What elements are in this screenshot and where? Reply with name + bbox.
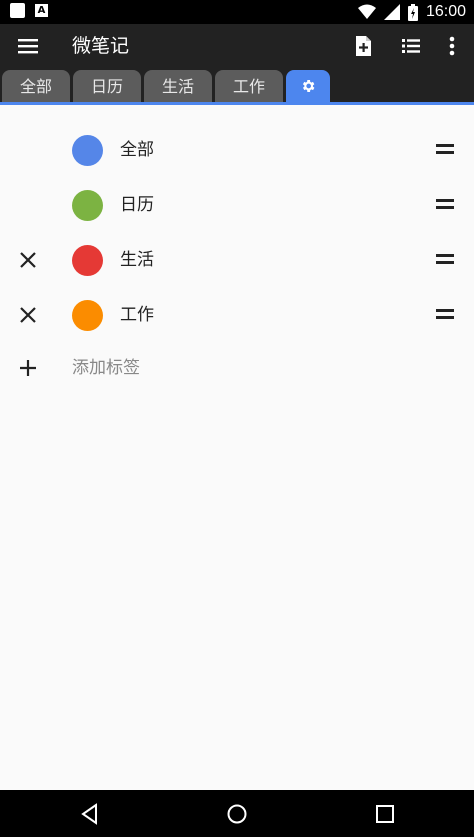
- plus-icon[interactable]: [18, 358, 38, 378]
- label-row-work: 工作: [0, 289, 474, 343]
- system-nav-bar: [0, 790, 474, 837]
- drag-handle-icon[interactable]: [436, 144, 454, 156]
- notification-icon: [10, 3, 25, 18]
- label-color-dot[interactable]: [72, 190, 103, 221]
- more-options-icon[interactable]: [439, 33, 465, 59]
- notification-a-icon: A: [35, 4, 48, 17]
- tab-bar: 全部 日历 生活 工作: [0, 68, 474, 105]
- label-row-life: 生活: [0, 234, 474, 288]
- tab-life[interactable]: 生活: [144, 70, 212, 103]
- label-color-dot[interactable]: [72, 300, 103, 331]
- back-icon[interactable]: [78, 802, 102, 826]
- label-name[interactable]: 日历: [120, 193, 154, 217]
- drag-handle-icon[interactable]: [436, 309, 454, 321]
- delete-icon[interactable]: [18, 305, 38, 325]
- recents-icon[interactable]: [373, 802, 397, 826]
- label-color-dot[interactable]: [72, 135, 103, 166]
- new-note-icon[interactable]: [350, 33, 376, 59]
- label-manager: 全部 日历 生活 工作 添加标签: [0, 105, 474, 790]
- tab-calendar[interactable]: 日历: [73, 70, 141, 103]
- delete-icon[interactable]: [18, 250, 38, 270]
- label-name[interactable]: 生活: [120, 248, 154, 272]
- hamburger-menu-icon[interactable]: [16, 35, 40, 57]
- tab-settings[interactable]: [286, 70, 330, 103]
- clock: 16:00: [425, 3, 466, 20]
- label-row-calendar: 日历: [0, 179, 474, 233]
- add-label-text[interactable]: 添加标签: [72, 356, 140, 380]
- tab-all[interactable]: 全部: [2, 70, 70, 103]
- gear-icon: [302, 80, 315, 92]
- battery-icon: [407, 3, 418, 21]
- label-name[interactable]: 工作: [120, 303, 154, 327]
- label-row-all: 全部: [0, 124, 474, 178]
- wifi-icon: [357, 4, 376, 19]
- drag-handle-icon[interactable]: [436, 199, 454, 211]
- label-name[interactable]: 全部: [120, 138, 154, 162]
- signal-icon: [383, 4, 400, 20]
- home-icon[interactable]: [225, 802, 249, 826]
- tab-work[interactable]: 工作: [215, 70, 283, 103]
- status-bar: A 16:00: [0, 0, 474, 24]
- drag-handle-icon[interactable]: [436, 254, 454, 266]
- app-toolbar: 微笔记: [0, 24, 474, 68]
- add-label-row[interactable]: 添加标签: [0, 342, 474, 396]
- list-view-icon[interactable]: [398, 33, 424, 59]
- label-color-dot[interactable]: [72, 245, 103, 276]
- app-title: 微笔记: [72, 35, 130, 57]
